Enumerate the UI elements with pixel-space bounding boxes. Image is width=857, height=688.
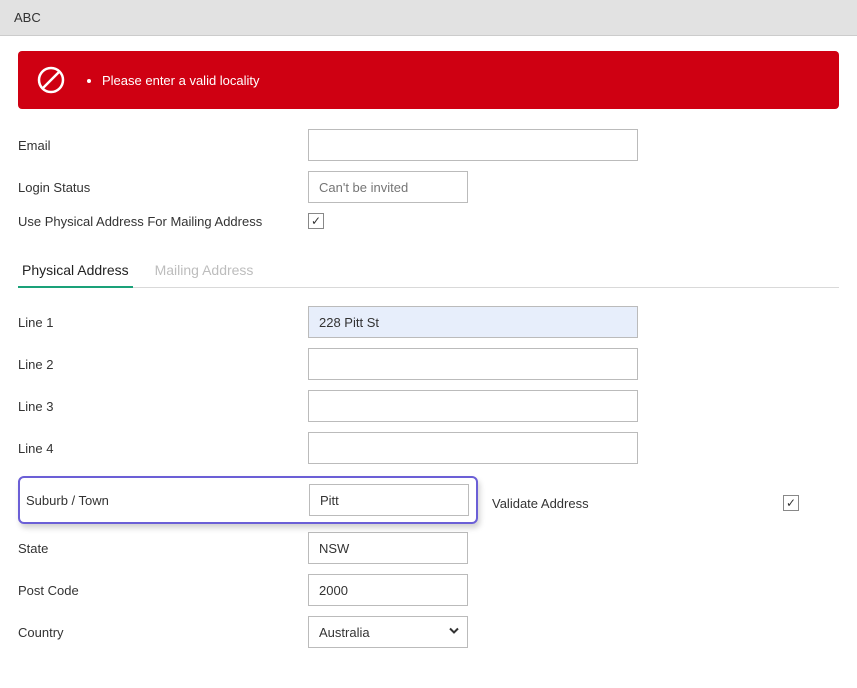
country-select[interactable] bbox=[308, 616, 468, 648]
row-line2: Line 2 bbox=[18, 348, 839, 380]
error-list: Please enter a valid locality bbox=[102, 73, 260, 88]
suburb-input[interactable] bbox=[309, 484, 469, 516]
line1-label: Line 1 bbox=[18, 315, 308, 330]
line1-input[interactable] bbox=[308, 306, 638, 338]
validate-checkbox[interactable]: ✓ bbox=[783, 495, 799, 511]
line2-input[interactable] bbox=[308, 348, 638, 380]
use-physical-label: Use Physical Address For Mailing Address bbox=[18, 214, 308, 229]
country-label: Country bbox=[18, 625, 308, 640]
row-login-status: Login Status bbox=[18, 171, 839, 203]
email-label: Email bbox=[18, 138, 308, 153]
header-bar: ABC bbox=[0, 0, 857, 36]
row-state: State bbox=[18, 532, 839, 564]
error-message: Please enter a valid locality bbox=[102, 73, 260, 88]
state-label: State bbox=[18, 541, 308, 556]
row-line4: Line 4 bbox=[18, 432, 839, 464]
content: Please enter a valid locality Email Logi… bbox=[0, 36, 857, 688]
postcode-label: Post Code bbox=[18, 583, 308, 598]
country-value[interactable] bbox=[308, 616, 468, 648]
row-postcode: Post Code bbox=[18, 574, 839, 606]
page-title: ABC bbox=[14, 10, 41, 25]
row-line3: Line 3 bbox=[18, 390, 839, 422]
check-icon: ✓ bbox=[786, 496, 796, 510]
prohibited-icon bbox=[36, 65, 66, 95]
suburb-highlight: Suburb / Town bbox=[18, 476, 478, 524]
row-suburb: Suburb / Town Validate Address ✓ bbox=[18, 474, 839, 532]
line4-label: Line 4 bbox=[18, 441, 308, 456]
validate-group: Validate Address ✓ bbox=[492, 495, 839, 511]
row-use-physical: Use Physical Address For Mailing Address… bbox=[18, 213, 839, 229]
error-banner: Please enter a valid locality bbox=[18, 51, 839, 109]
check-icon: ✓ bbox=[311, 214, 321, 228]
login-status-input bbox=[308, 171, 468, 203]
line2-label: Line 2 bbox=[18, 357, 308, 372]
line4-input[interactable] bbox=[308, 432, 638, 464]
validate-label: Validate Address bbox=[492, 496, 589, 511]
row-email: Email bbox=[18, 129, 839, 161]
email-input[interactable] bbox=[308, 129, 638, 161]
row-country: Country bbox=[18, 616, 839, 648]
suburb-label: Suburb / Town bbox=[26, 493, 309, 508]
row-line1: Line 1 bbox=[18, 306, 839, 338]
line3-label: Line 3 bbox=[18, 399, 308, 414]
line3-input[interactable] bbox=[308, 390, 638, 422]
use-physical-checkbox[interactable]: ✓ bbox=[308, 213, 324, 229]
state-input[interactable] bbox=[308, 532, 468, 564]
login-status-label: Login Status bbox=[18, 180, 308, 195]
tab-mailing-address[interactable]: Mailing Address bbox=[151, 254, 258, 288]
postcode-input[interactable] bbox=[308, 574, 468, 606]
tab-physical-address[interactable]: Physical Address bbox=[18, 254, 133, 288]
address-tabs: Physical Address Mailing Address bbox=[18, 254, 839, 288]
